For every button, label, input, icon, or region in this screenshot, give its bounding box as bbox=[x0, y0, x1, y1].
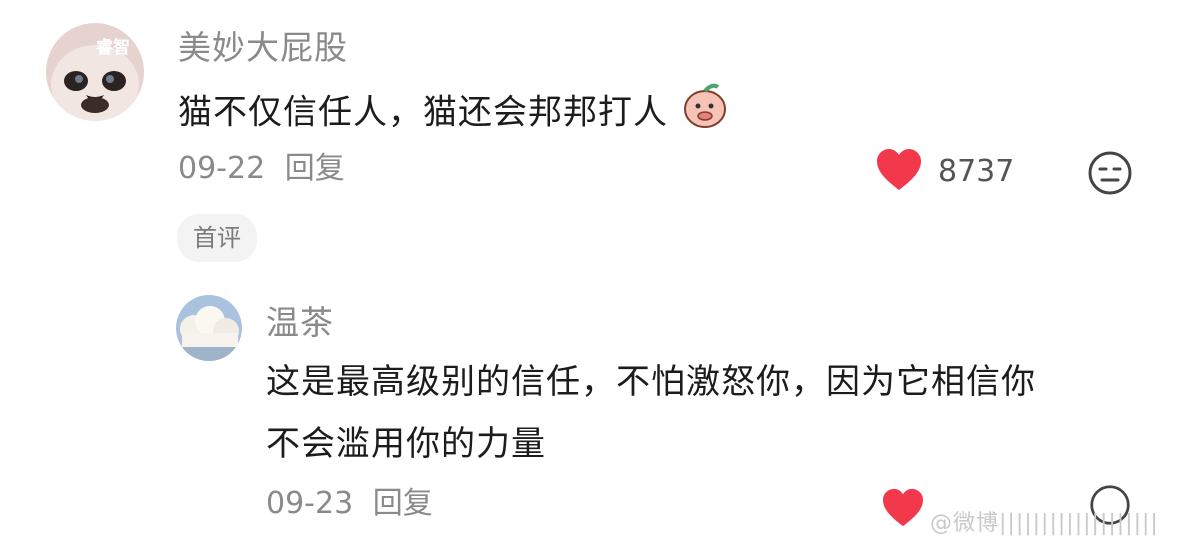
reply-reply-button[interactable]: 回复 bbox=[373, 486, 433, 521]
watermark: @微博||||||||||||||||||| bbox=[930, 511, 1159, 536]
first-comment-badge: 首评 bbox=[177, 214, 257, 262]
avatar-reply[interactable] bbox=[176, 295, 242, 361]
peach-emoji-icon bbox=[682, 79, 728, 149]
dislike-button[interactable] bbox=[1087, 150, 1133, 200]
comment-meta: 09-22 回复 bbox=[178, 154, 345, 184]
avatar-main[interactable]: 睿智 bbox=[46, 23, 144, 121]
dislike-face-icon bbox=[1088, 151, 1132, 195]
reply-text: 这是最高级别的信任，不怕激怒你，因为它相信你 不会滥用你的力量 bbox=[266, 351, 1036, 475]
comment-username[interactable]: 美妙大屁股 bbox=[178, 31, 348, 64]
like-button[interactable] bbox=[876, 148, 922, 196]
cloud-avatar-image bbox=[176, 295, 242, 361]
avatar-text: 睿智 bbox=[96, 38, 130, 58]
reply-like-button[interactable] bbox=[882, 488, 924, 532]
reply-text-line1: 这是最高级别的信任，不怕激怒你，因为它相信你 bbox=[266, 362, 1036, 402]
heart-icon bbox=[877, 149, 921, 190]
comment-text-container: 猫不仅信任人，猫还会邦邦打人 bbox=[178, 79, 728, 149]
comment-date: 09-22 bbox=[178, 151, 266, 186]
reply-text-line2: 不会滥用你的力量 bbox=[266, 424, 546, 464]
heart-icon bbox=[883, 488, 923, 527]
comment-text: 猫不仅信任人，猫还会邦邦打人 bbox=[178, 92, 668, 133]
reply-username[interactable]: 温茶 bbox=[266, 306, 334, 339]
reply-date: 09-23 bbox=[266, 486, 354, 521]
reply-meta: 09-23 回复 bbox=[266, 489, 433, 519]
comment-reply-button[interactable]: 回复 bbox=[285, 151, 345, 186]
like-count: 8737 bbox=[938, 154, 1015, 189]
